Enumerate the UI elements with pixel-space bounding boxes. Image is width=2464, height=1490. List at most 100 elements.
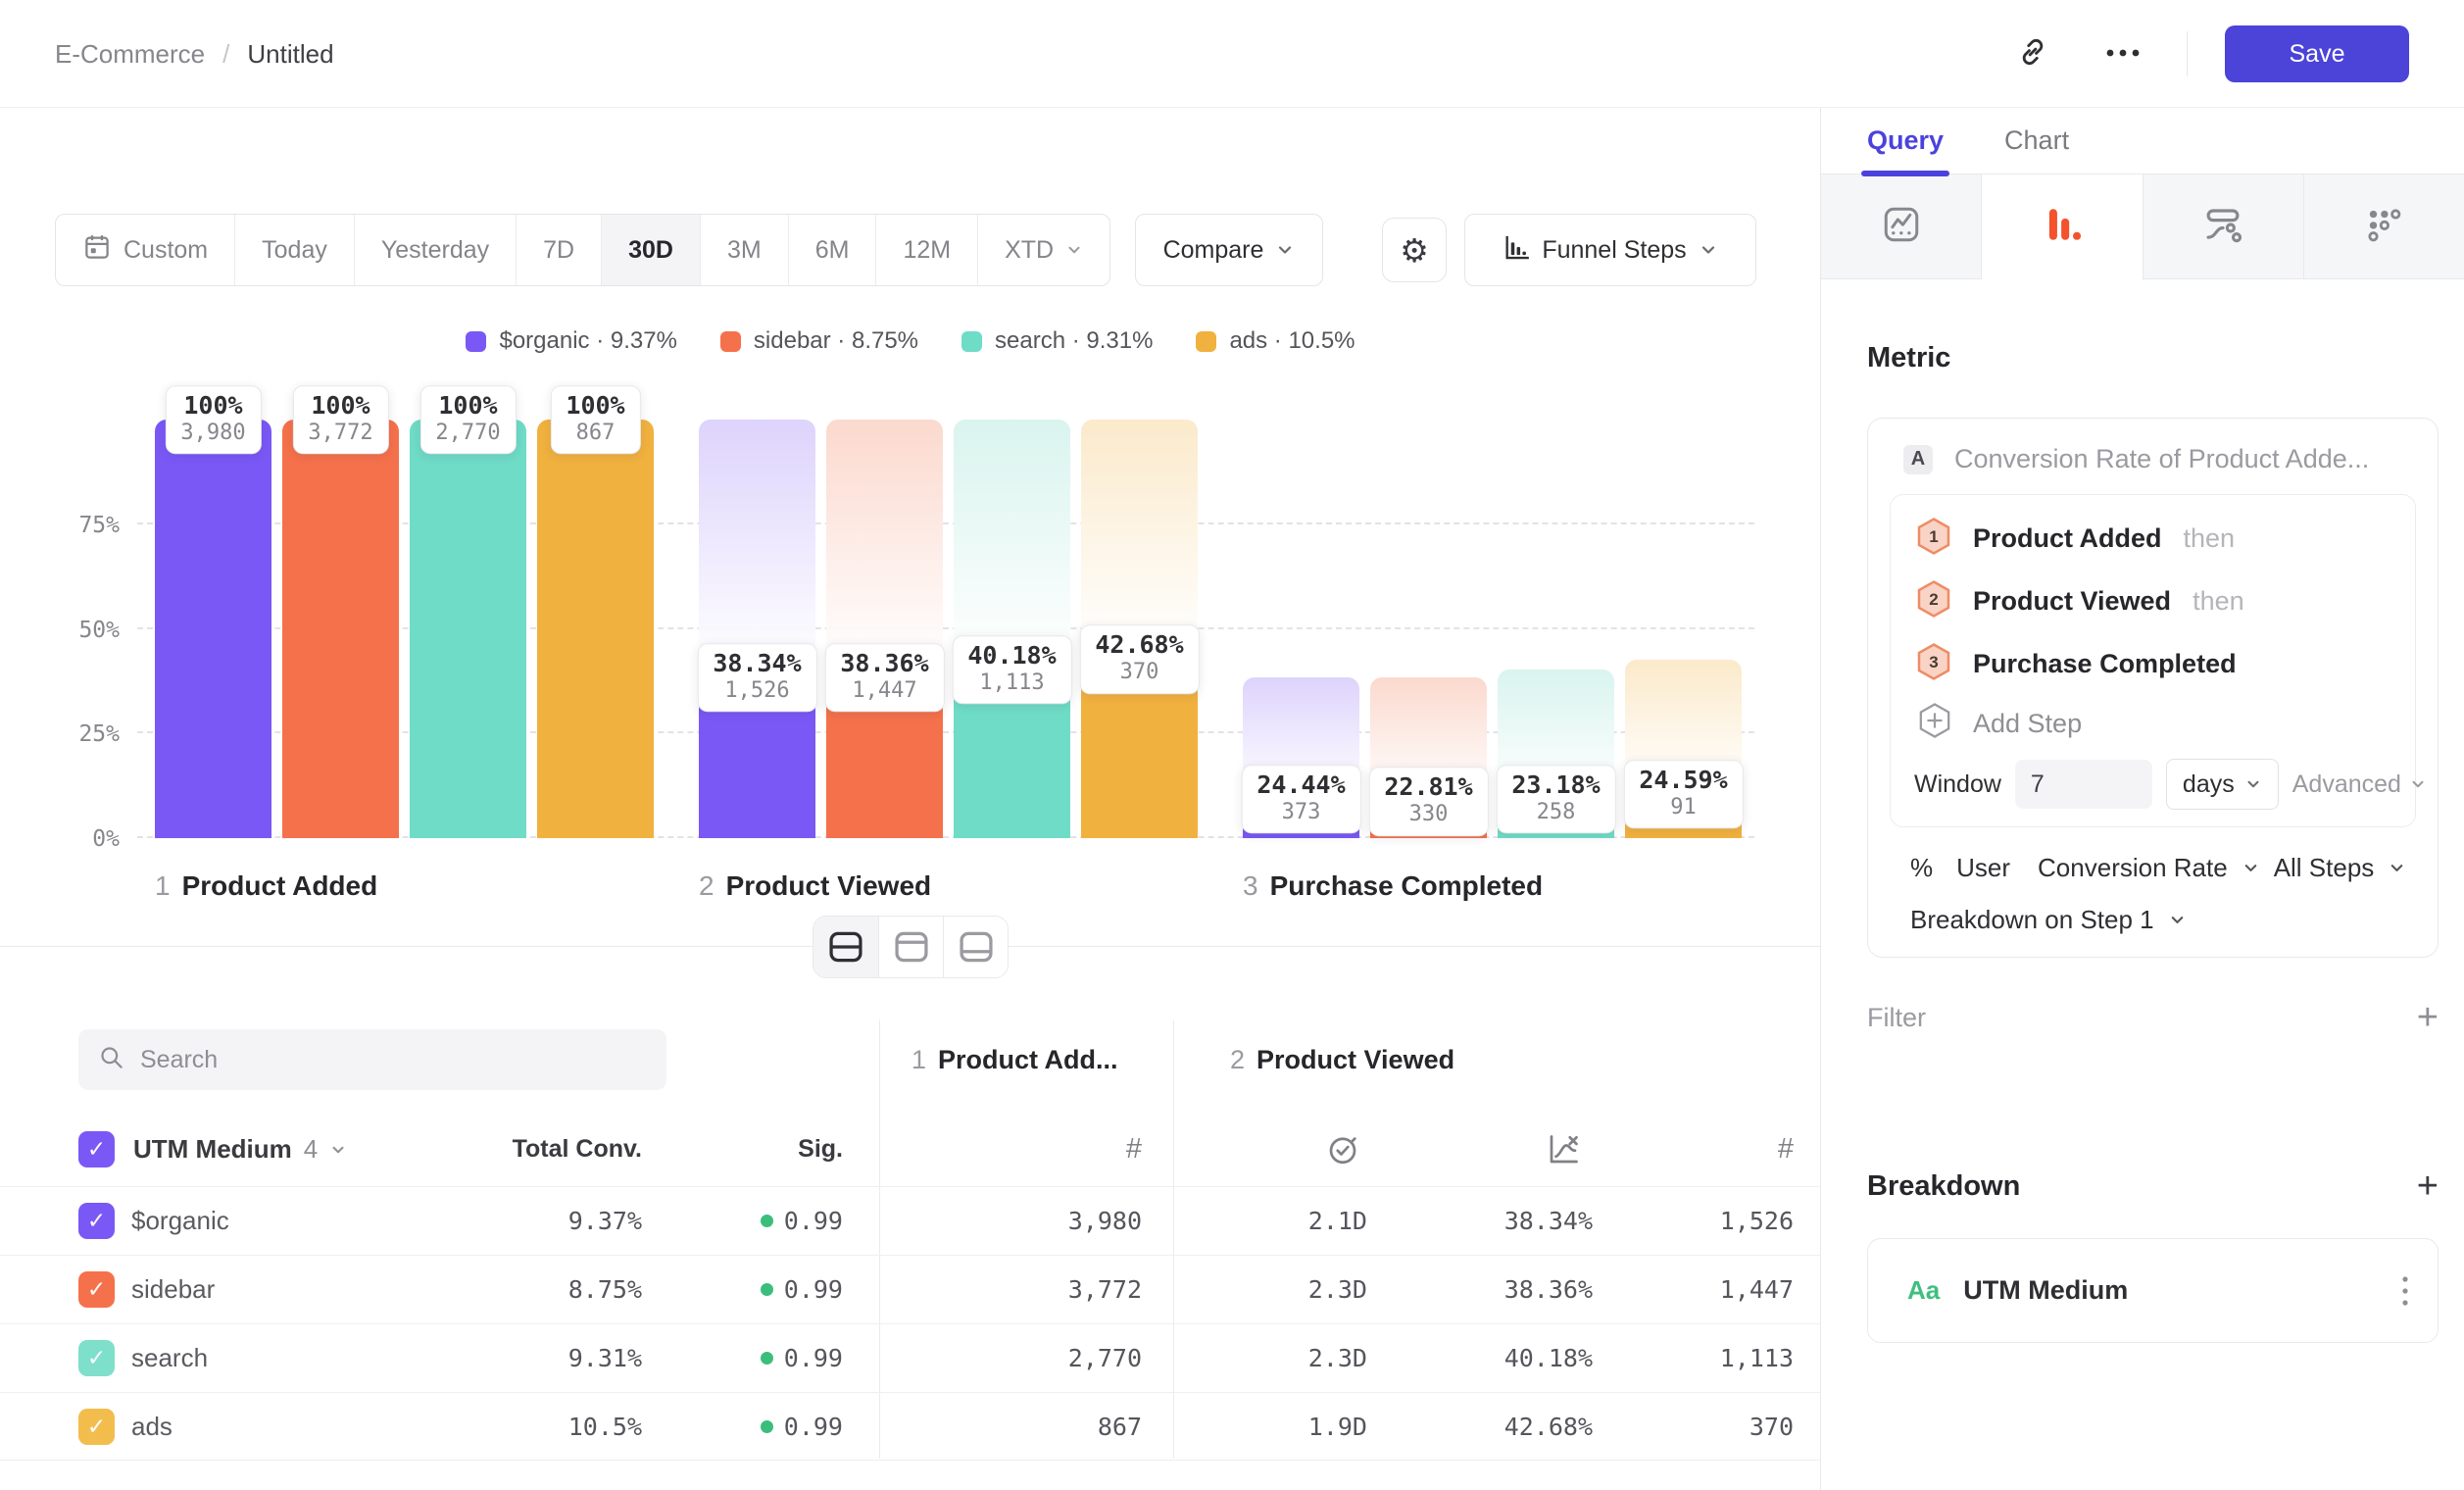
row-conv-rate: 38.36% <box>1504 1275 1593 1304</box>
search-icon <box>98 1044 124 1075</box>
row-checkbox[interactable]: ✓ <box>78 1409 115 1445</box>
row-checkbox[interactable]: ✓ <box>78 1340 115 1376</box>
legend-item[interactable]: ads · 10.5% <box>1196 327 1355 355</box>
row-added-count: 867 <box>1098 1413 1142 1441</box>
metric-title[interactable]: Conversion Rate of Product Adde... <box>1954 444 2369 474</box>
window-value-input[interactable] <box>2015 760 2152 809</box>
funnel-bar-search-step2[interactable]: 40.18%1,113 <box>954 420 1070 838</box>
chart-settings-button[interactable]: ⚙ <box>1382 218 1447 282</box>
chart-type-button[interactable]: Funnel Steps <box>1464 214 1756 286</box>
measure-rate-dropdown[interactable]: Conversion Rate <box>2038 853 2228 883</box>
tab-chart[interactable]: Chart <box>2004 108 2069 174</box>
funnel-bar-ghost <box>699 420 815 677</box>
legend-item[interactable]: $organic · 9.37% <box>466 327 676 355</box>
row-checkbox[interactable]: ✓ <box>78 1203 115 1239</box>
calendar-icon <box>82 232 112 269</box>
measure-scope-dropdown[interactable]: All Steps <box>2274 853 2375 883</box>
save-button[interactable]: Save <box>2225 25 2409 82</box>
table-row-ads[interactable]: ✓ ads 10.5% 0.99 867 1.9D 42.68% 370 <box>0 1392 1821 1461</box>
count-column-icon[interactable]: # <box>1725 1113 1794 1186</box>
report-canvas: CustomTodayYesterday7D30D3M6M12MXTD Comp… <box>0 108 1821 1490</box>
breadcrumb-workspace[interactable]: E-Commerce <box>55 39 205 70</box>
table-row-search[interactable]: ✓ search 9.31% 0.99 2,770 2.3D 40.18% 1,… <box>0 1323 1821 1392</box>
legend-item[interactable]: sidebar · 8.75% <box>720 327 918 355</box>
row-checkbox[interactable]: ✓ <box>78 1271 115 1308</box>
layout-table-only-button[interactable] <box>943 917 1008 977</box>
funnel-bar-sidebar-step3[interactable]: 22.81%330 <box>1370 420 1487 838</box>
window-unit-select[interactable]: days <box>2166 759 2279 810</box>
funnel-bar-$organic-step1[interactable]: 100%3,980 <box>155 420 271 838</box>
funnel-bar-sidebar-step1[interactable]: 100%3,772 <box>282 420 399 838</box>
range-12m[interactable]: 12M <box>875 215 977 285</box>
tab-flows[interactable] <box>2144 174 2304 279</box>
add-step-button[interactable]: Add Step <box>1891 695 2415 752</box>
search-input[interactable] <box>140 1046 647 1074</box>
conv-rate-column-icon[interactable] <box>1546 1113 1585 1186</box>
funnel-bar-fill <box>537 420 654 838</box>
count-column-icon[interactable]: # <box>1073 1113 1142 1186</box>
breadcrumb-title[interactable]: Untitled <box>247 39 333 70</box>
sig-column-header[interactable]: Sig. <box>686 1113 843 1186</box>
funnel-bar-ads-step2[interactable]: 42.68%370 <box>1081 420 1198 838</box>
sig-dot <box>761 1283 773 1296</box>
funnel-bar-$organic-step3[interactable]: 24.44%373 <box>1243 420 1359 838</box>
breakdown-column-header[interactable]: UTM Medium 4 <box>133 1113 347 1186</box>
funnel-bar-sidebar-step2[interactable]: 38.36%1,447 <box>826 420 943 838</box>
tab-insights[interactable] <box>1821 174 1982 279</box>
svg-text:2: 2 <box>1929 590 1938 609</box>
funnel-bar-search-step3[interactable]: 23.18%258 <box>1498 420 1614 838</box>
total-conv-column-header[interactable]: Total Conv. <box>446 1113 642 1186</box>
tab-retention[interactable] <box>2304 174 2464 279</box>
table-row-sidebar[interactable]: ✓ sidebar 8.75% 0.99 3,772 2.3D 38.36% 1… <box>0 1255 1821 1323</box>
query-step-3[interactable]: 3 Purchase Completed <box>1891 632 2415 695</box>
bar-value-label: 100%3,772 <box>292 385 388 454</box>
range-yesterday[interactable]: Yesterday <box>354 215 516 285</box>
range-6m[interactable]: 6M <box>788 215 876 285</box>
query-step-2[interactable]: 2 Product Viewedthen <box>1891 570 2415 632</box>
breakdown-on-dropdown[interactable]: Breakdown on Step 1 <box>1910 905 2154 935</box>
tab-query[interactable]: Query <box>1867 108 1944 174</box>
range-today[interactable]: Today <box>234 215 354 285</box>
step-axis-label[interactable]: 3Purchase Completed <box>1243 870 1543 902</box>
svg-text:3: 3 <box>1929 653 1938 671</box>
add-filter-button[interactable]: + <box>2417 999 2439 1036</box>
select-all-checkbox[interactable]: ✓ <box>78 1131 115 1167</box>
tab-funnels[interactable] <box>1982 174 2143 279</box>
legend-item[interactable]: search · 9.31% <box>961 327 1153 355</box>
range-7d[interactable]: 7D <box>516 215 601 285</box>
share-link-button[interactable] <box>2006 27 2059 80</box>
step-number-hexagon: 3 <box>1916 642 1951 686</box>
range-custom[interactable]: Custom <box>56 215 234 285</box>
window-label: Window <box>1914 770 2001 799</box>
range-3m[interactable]: 3M <box>700 215 788 285</box>
measure-user[interactable]: User <box>1956 853 2010 883</box>
bar-value-label: 40.18%1,113 <box>952 635 1071 704</box>
chevron-down-icon <box>1699 240 1718 260</box>
advanced-dropdown[interactable]: Advanced <box>2292 770 2427 799</box>
row-avg-time: 2.3D <box>1308 1275 1367 1304</box>
table-search[interactable] <box>78 1029 666 1090</box>
compare-button[interactable]: Compare <box>1135 214 1323 286</box>
row-total-conv: 9.31% <box>568 1344 642 1372</box>
breakdown-item-name: UTM Medium <box>1963 1275 2128 1306</box>
query-step-1[interactable]: 1 Product Addedthen <box>1891 507 2415 570</box>
step-axis-label[interactable]: 1Product Added <box>155 870 377 902</box>
avg-time-column-icon[interactable] <box>1325 1113 1364 1186</box>
step-axis-label[interactable]: 2Product Viewed <box>699 870 931 902</box>
layout-chart-only-button[interactable] <box>878 917 943 977</box>
chevron-down-icon <box>2388 859 2406 877</box>
layout-split-button[interactable] <box>813 917 878 977</box>
y-axis-tick: 50% <box>43 618 120 643</box>
funnel-bar-search-step1[interactable]: 100%2,770 <box>410 420 526 838</box>
add-breakdown-button[interactable]: + <box>2417 1167 2439 1205</box>
table-row-$organic[interactable]: ✓ $organic 9.37% 0.99 3,980 2.1D 38.34% … <box>0 1186 1821 1255</box>
kebab-menu-icon[interactable] <box>2400 1274 2410 1308</box>
range-30d[interactable]: 30D <box>601 215 700 285</box>
breakdown-item[interactable]: Aa UTM Medium <box>1867 1238 2439 1343</box>
funnel-bar-$organic-step2[interactable]: 38.34%1,526 <box>699 420 815 838</box>
row-avg-time: 2.3D <box>1308 1344 1367 1372</box>
funnel-bar-ads-step3[interactable]: 24.59%91 <box>1625 420 1742 838</box>
range-xtd[interactable]: XTD <box>977 215 1109 285</box>
more-options-button[interactable] <box>2096 27 2149 80</box>
funnel-bar-ads-step1[interactable]: 100%867 <box>537 420 654 838</box>
